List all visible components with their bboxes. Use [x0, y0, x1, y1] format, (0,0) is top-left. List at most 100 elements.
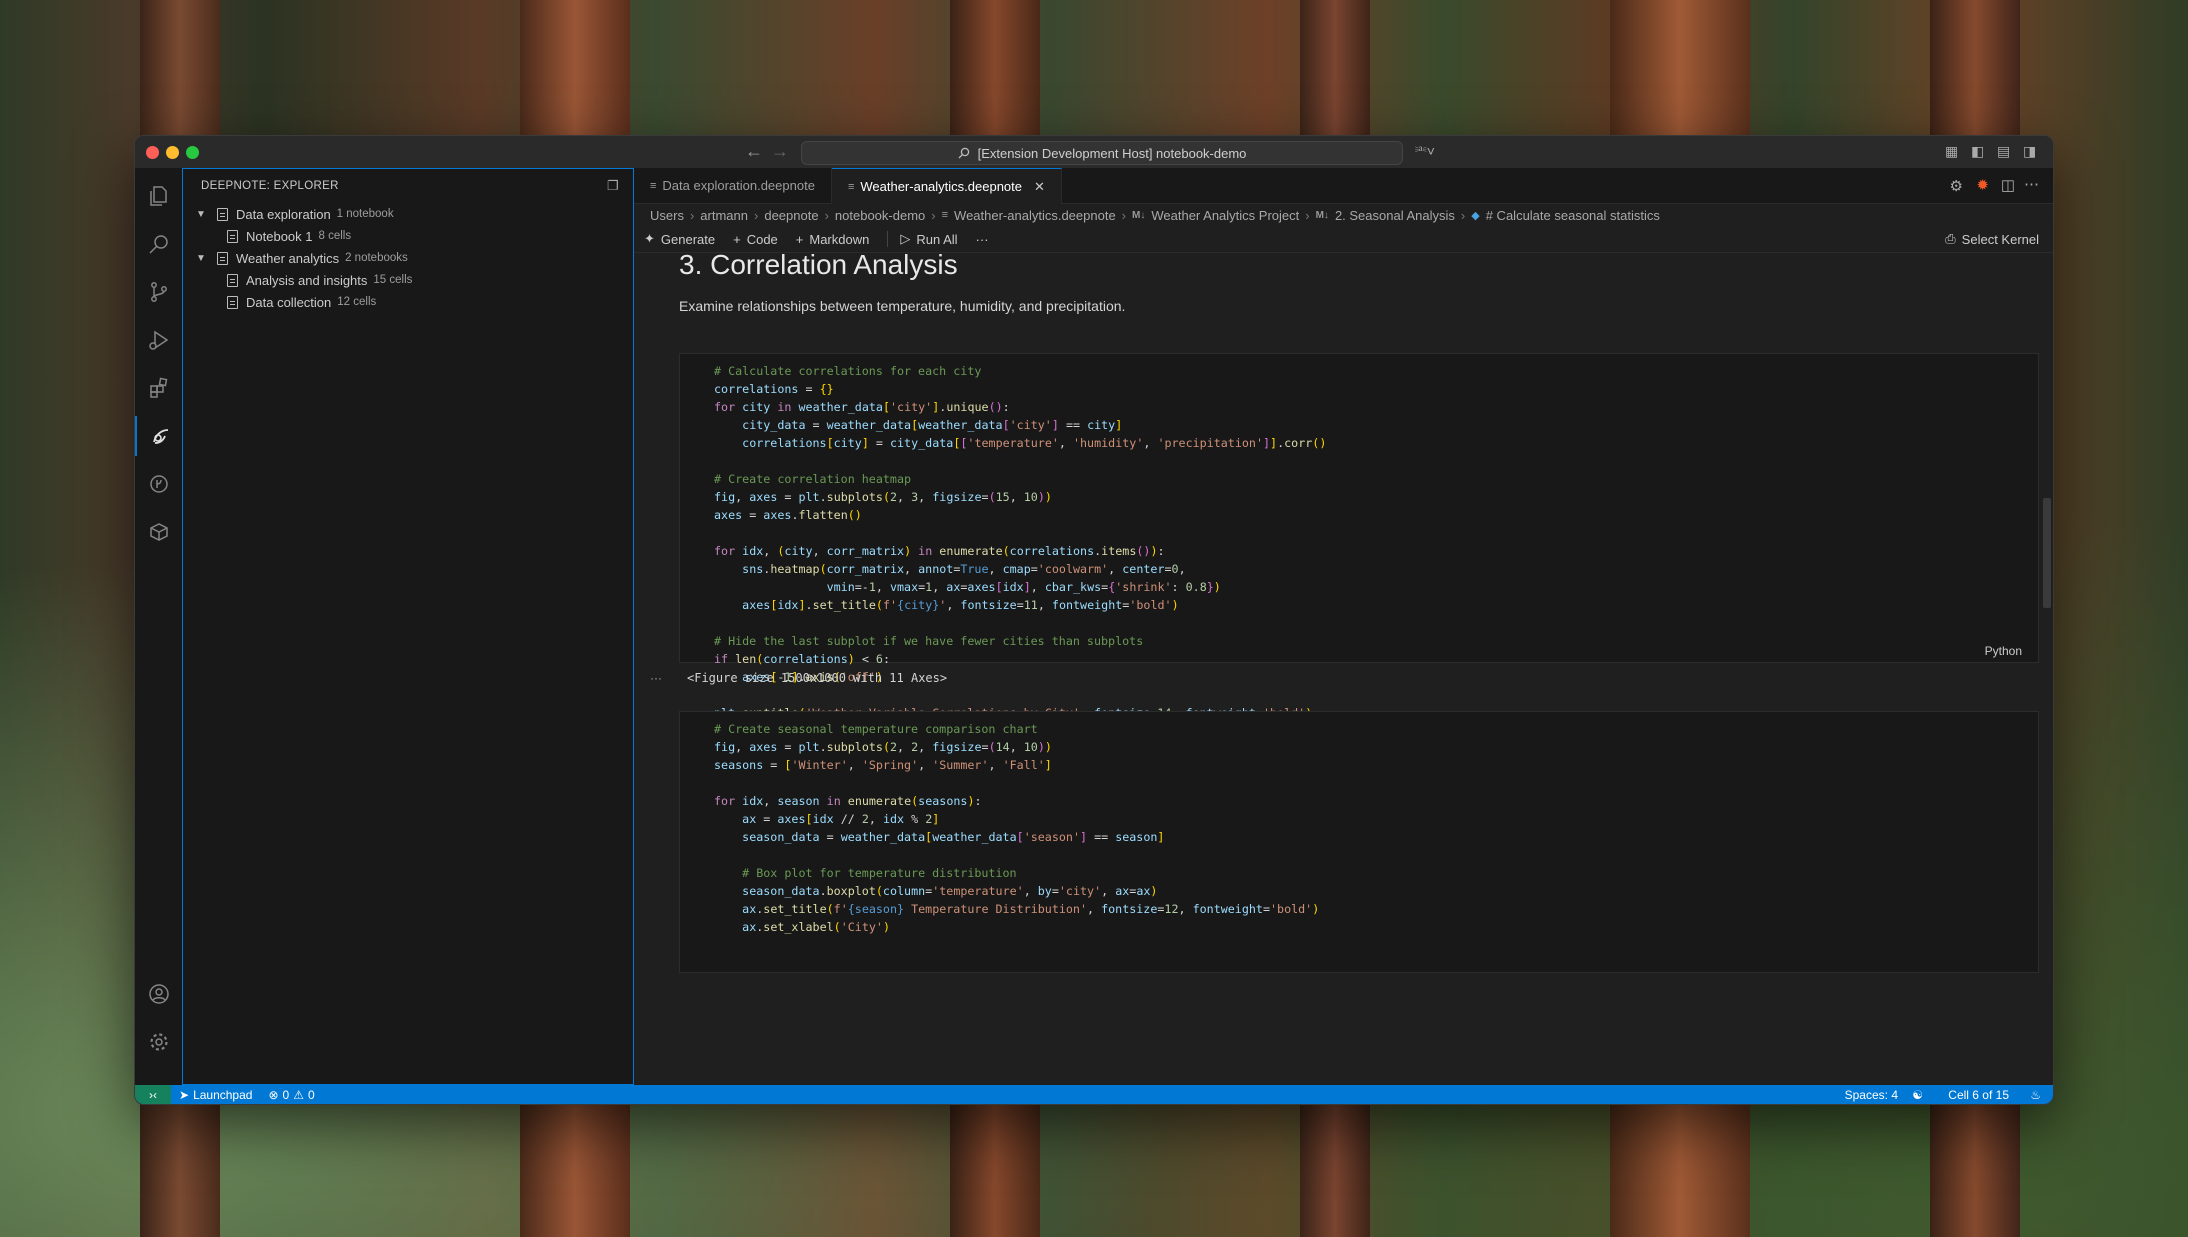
code-cell[interactable]: # Calculate correlations for each city c…	[679, 353, 2039, 756]
code-cell[interactable]: # Create seasonal temperature comparison…	[679, 711, 2039, 973]
tree-item-data-collection[interactable]: Data collection 12 cells	[183, 291, 633, 313]
tree-item-label: Notebook 1	[246, 228, 313, 244]
cell-output: <Figure size 1500x1000 with 11 Axes>	[687, 671, 948, 685]
sidebar-title: DEEPNOTE: EXPLORER ❐	[201, 178, 619, 194]
toggle-secondary-sidebar-icon[interactable]: ◨	[2023, 143, 2036, 160]
tab-data-exploration[interactable]: ≡ Data exploration.deepnote	[634, 168, 832, 203]
toggle-panel-icon[interactable]: ▤	[1997, 143, 2010, 160]
plus-icon: +	[733, 231, 741, 247]
cell-position-indicator[interactable]: Cell 6 of 15	[1948, 1088, 2009, 1102]
source-control-icon[interactable]	[135, 272, 182, 312]
git-graph-icon[interactable]	[135, 464, 182, 504]
more-toolbar-actions-button[interactable]: ···	[976, 232, 989, 247]
search-icon[interactable]	[135, 224, 182, 264]
breadcrumb-item[interactable]: # Calculate seasonal statistics	[1486, 208, 1660, 223]
cell-language-label[interactable]: Python	[1985, 644, 2022, 658]
tree-item-notebook-1[interactable]: Notebook 1 8 cells	[183, 225, 633, 247]
chevron-down-icon[interactable]: ▼	[193, 253, 209, 264]
back-arrow-icon[interactable]: ←	[745, 141, 763, 162]
deepnote-explorer-sidebar: DEEPNOTE: EXPLORER ❐ ▼ Data exploration …	[182, 168, 634, 1085]
markdown-paragraph: Examine relationships between temperatur…	[679, 298, 1126, 314]
tree-item-meta: 1 notebook	[336, 208, 394, 220]
maximize-window-button[interactable]	[186, 146, 199, 159]
command-center-label: [Extension Development Host] notebook-de…	[977, 145, 1247, 161]
containers-icon[interactable]	[135, 512, 182, 552]
editor-scrollbar[interactable]	[2043, 498, 2051, 608]
settings-gear-icon[interactable]: ⚙	[1950, 177, 1963, 195]
deepnote-icon[interactable]	[135, 416, 184, 456]
editor-area: ≡ Data exploration.deepnote ≡ Weather-an…	[634, 168, 2053, 1085]
debug-bug-icon[interactable]: ✹	[1976, 176, 1989, 194]
tab-label: Weather-analytics.deepnote	[860, 179, 1022, 194]
split-editor-icon[interactable]: ◫	[2001, 176, 2015, 194]
extensions-icon[interactable]	[135, 368, 182, 408]
account-icon[interactable]	[135, 974, 182, 1014]
error-icon: ⊗	[268, 1087, 279, 1102]
breadcrumb-item[interactable]: Weather Analytics Project	[1151, 208, 1299, 223]
markdown-heading: 3. Correlation Analysis	[679, 251, 958, 280]
chevron-down-icon[interactable]: ▼	[193, 209, 209, 220]
tree-item-data-exploration[interactable]: ▼ Data exploration 1 notebook	[183, 203, 633, 225]
close-tab-icon[interactable]: ✕	[1034, 179, 1045, 195]
launchpad-button[interactable]: ➤ Launchpad	[179, 1088, 252, 1102]
tree-item-label: Data exploration	[236, 206, 331, 222]
warning-icon: ⚠	[293, 1087, 304, 1102]
code-editor[interactable]: # Create seasonal temperature comparison…	[680, 712, 2038, 936]
breadcrumb-item[interactable]: Users	[650, 208, 684, 223]
close-window-button[interactable]	[146, 146, 159, 159]
minimize-window-button[interactable]	[166, 146, 179, 159]
vscode-window: ← → [Extension Development Host] noteboo…	[134, 135, 2054, 1105]
output-more-button[interactable]: ···	[650, 671, 662, 685]
title-bar: ← → [Extension Development Host] noteboo…	[135, 136, 2053, 169]
play-icon: ▷	[900, 231, 911, 246]
breadcrumb-item[interactable]: Weather-analytics.deepnote	[954, 208, 1116, 223]
search-icon	[958, 147, 969, 159]
notifications-bell-icon[interactable]: ♨	[2030, 1088, 2041, 1102]
tree-item-label: Weather analytics	[236, 250, 340, 266]
indentation-indicator[interactable]: Spaces: 4	[1845, 1088, 1898, 1102]
breadcrumb-item[interactable]: artmann	[700, 208, 748, 223]
tree-item-meta: 15 cells	[373, 274, 413, 286]
tree-item-label: Data collection	[246, 294, 332, 310]
collapse-all-icon[interactable]: ❐	[607, 178, 619, 194]
breadcrumb-item[interactable]: deepnote	[764, 208, 818, 223]
notebook-file-icon	[227, 273, 238, 287]
breadcrumb: Users › artmann › deepnote › notebook-demo ›…	[650, 207, 1660, 223]
copilot-status-icon[interactable]: ☯	[1912, 1088, 1923, 1102]
breadcrumb-item[interactable]: 2. Seasonal Analysis	[1335, 208, 1455, 223]
tree-item-analysis-and-insights[interactable]: Analysis and insights 15 cells	[183, 269, 633, 291]
status-bar: ›‹ ➤ Launchpad ⊗ 0 ⚠ 0 Spaces: 4 ☯ Cell 6 …	[135, 1085, 2053, 1104]
plus-icon: +	[795, 231, 804, 247]
code-cell-icon: ◆	[1471, 209, 1480, 222]
markdown-icon: M↓	[1315, 209, 1329, 221]
copilot-icon[interactable]: ⎃˅	[1415, 143, 1435, 160]
code-editor[interactable]: # Calculate correlations for each city c…	[680, 354, 2038, 758]
problems-indicator[interactable]: ⊗ 0 ⚠ 0	[268, 1088, 314, 1102]
remote-indicator-icon[interactable]: ›‹	[135, 1085, 171, 1104]
add-markdown-cell-button[interactable]: + Markdown	[796, 232, 870, 247]
add-code-cell-button[interactable]: + Code	[733, 232, 778, 247]
notebook-file-icon: ≡	[941, 209, 949, 221]
customize-layout-icon[interactable]: ▦	[1945, 143, 1958, 160]
tab-weather-analytics[interactable]: ≡ Weather-analytics.deepnote ✕	[831, 168, 1062, 204]
run-all-button[interactable]: ▷ Run All	[887, 231, 958, 247]
toggle-primary-sidebar-icon[interactable]: ◧	[1971, 143, 1984, 160]
forward-arrow-icon[interactable]: →	[771, 141, 789, 162]
command-center[interactable]: [Extension Development Host] notebook-de…	[801, 141, 1403, 165]
select-kernel-button[interactable]: ⎙ Select Kernel	[1945, 231, 2039, 247]
run-debug-icon[interactable]	[135, 320, 182, 360]
activity-bar	[135, 168, 183, 1085]
tree-item-meta: 8 cells	[318, 230, 352, 242]
notebook-toolbar: ✦ Generate + Code + Markdown ▷ Run All ··· ⎙…	[634, 226, 2053, 253]
manage-gear-icon[interactable]	[135, 1022, 182, 1062]
more-actions-icon[interactable]: ⋯	[2024, 175, 2039, 193]
explorer-icon[interactable]	[135, 176, 182, 216]
tree-item-meta: 12 cells	[337, 296, 377, 308]
tree-item-weather-analytics[interactable]: ▼ Weather analytics 2 notebooks	[183, 247, 633, 269]
notebook-file-icon	[217, 207, 228, 221]
markdown-icon: M↓	[1132, 209, 1146, 221]
tree-item-label: Analysis and insights	[246, 272, 368, 288]
breadcrumb-item[interactable]: notebook-demo	[835, 208, 925, 223]
generate-button[interactable]: ✦ Generate	[644, 231, 715, 247]
tab-label: Data exploration.deepnote	[662, 178, 815, 193]
